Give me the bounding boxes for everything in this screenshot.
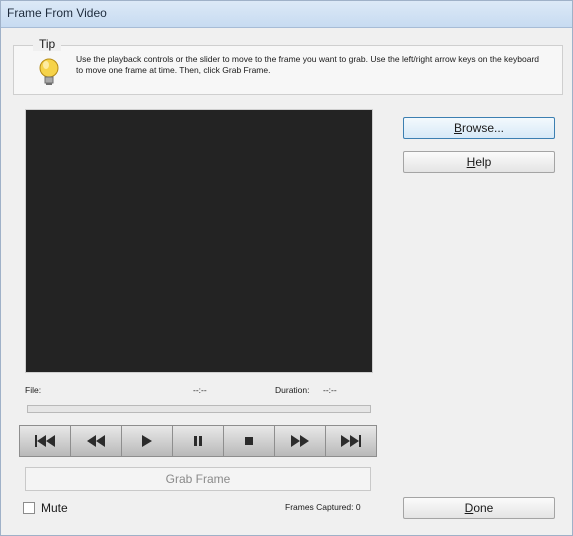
play-button[interactable] [122,426,173,456]
file-label: File: [25,385,42,395]
done-button-label: one [473,501,494,515]
grab-frame-access-key: G [165,472,175,486]
seek-slider[interactable] [27,405,371,413]
browse-button-label: rowse... [462,121,505,135]
skip-to-end-icon [341,435,361,447]
video-preview [25,109,373,373]
duration-value: --:-- [323,385,337,395]
pause-icon [194,436,202,446]
pause-button[interactable] [173,426,224,456]
skip-to-start-button[interactable] [20,426,71,456]
duration-label: Duration: [275,385,310,395]
playback-controls [19,425,377,457]
stop-button[interactable] [224,426,275,456]
grab-frame-button[interactable]: Grab Frame [25,467,371,491]
help-button-label: elp [475,155,492,169]
title-bar: Frame From Video [1,1,572,28]
skip-to-end-button[interactable] [326,426,376,456]
done-button[interactable]: Done [403,497,555,519]
skip-to-start-icon [35,435,55,447]
fast-forward-button[interactable] [275,426,326,456]
mute-checkbox[interactable]: Mute [23,501,68,515]
grab-frame-label: rab Frame [174,472,231,486]
play-icon [142,435,152,447]
help-button-access-key: H [466,155,476,169]
done-button-access-key: D [464,501,474,515]
window-title: Frame From Video [7,6,107,20]
rewind-button[interactable] [71,426,122,456]
mute-access-key: M [41,501,51,515]
rewind-icon [87,435,105,447]
frame-from-video-dialog: Frame From Video Tip Use the playback co… [0,0,573,536]
lightbulb-icon [39,58,59,85]
tip-legend: Tip [33,37,62,51]
stop-icon [245,437,253,445]
mute-label: ute [51,501,68,515]
frames-captured: Frames Captured: 0 [285,502,361,512]
browse-button[interactable]: Browse... [403,117,555,139]
browse-button-access-key: B [453,121,462,135]
help-button[interactable]: Help [403,151,555,173]
fast-forward-icon [291,435,309,447]
checkbox-box [23,502,35,514]
file-value: --:-- [193,385,207,395]
tip-text: Use the playback controls or the slider … [76,54,540,75]
